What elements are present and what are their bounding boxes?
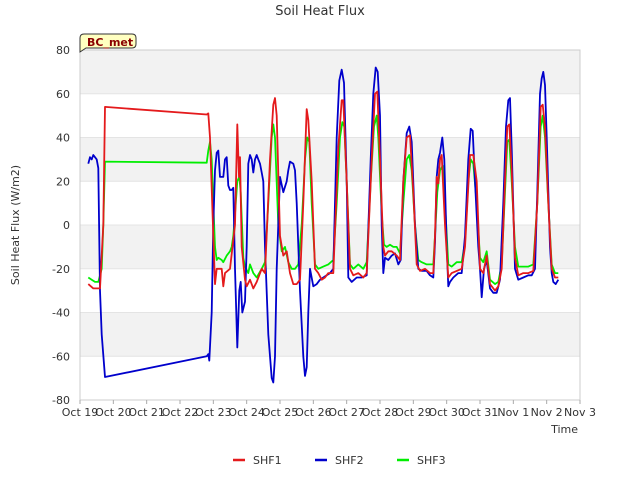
y-tick-label: 20 [56,175,70,188]
x-tick-label: Nov 3 [564,406,596,419]
x-tick-label: Oct 20 [95,406,132,419]
y-tick-label: 60 [56,88,70,101]
x-tick-label: Oct 30 [428,406,465,419]
x-tick-label: Oct 27 [328,406,365,419]
x-tick-label: Oct 31 [462,406,499,419]
x-tick-label: Oct 26 [295,406,332,419]
y-tick-label: 80 [56,44,70,57]
x-tick-label: Oct 28 [362,406,399,419]
y-axis-ticks: -80-60-40-20020406080 [52,44,70,407]
y-axis-label: Soil Heat Flux (W/m2) [9,165,22,285]
y-tick-label: -20 [52,263,70,276]
x-tick-label: Oct 24 [228,406,265,419]
y-tick-label: 0 [63,219,70,232]
x-axis-label: Time [550,423,578,436]
y-tick-label: 40 [56,132,70,145]
y-tick-label: -60 [52,350,70,363]
legend-label-shf2: SHF2 [335,454,364,467]
x-axis-ticks: Oct 19Oct 20Oct 21Oct 22Oct 23Oct 24Oct … [62,400,596,419]
background-band [80,50,580,94]
site-badge: BC_met [79,33,137,53]
x-tick-label: Oct 19 [62,406,99,419]
x-tick-label: Nov 1 [497,406,529,419]
legend: SHF1 SHF2 SHF3 [233,454,446,467]
chart-title: Soil Heat Flux [275,4,365,19]
x-tick-label: Oct 25 [262,406,299,419]
x-tick-label: Oct 23 [195,406,232,419]
x-tick-label: Oct 21 [128,406,165,419]
background-band [80,312,580,357]
legend-label-shf3: SHF3 [417,454,446,467]
x-tick-label: Oct 22 [162,406,199,419]
soil-heat-flux-chart: Soil Heat Flux BC_met -80-60-40-20020406… [9,4,596,467]
legend-label-shf1: SHF1 [253,454,282,467]
x-tick-label: Oct 29 [395,406,432,419]
y-tick-label: -40 [52,307,70,320]
badge-label: BC_met [87,36,133,49]
x-tick-label: Nov 2 [531,406,563,419]
